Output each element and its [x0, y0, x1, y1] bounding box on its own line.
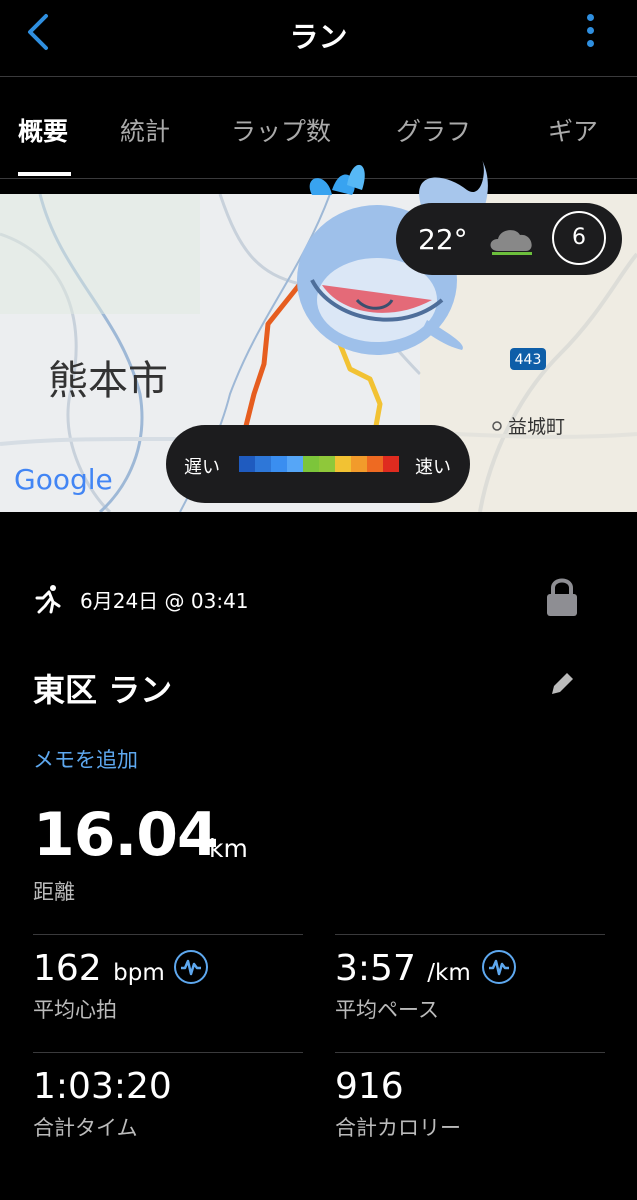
- avg-pace-unit: /km: [427, 960, 471, 986]
- wind-speed-value: 6: [572, 225, 586, 250]
- avg-heart-rate-value: 162 bpm: [33, 948, 165, 989]
- tab-gear[interactable]: ギア: [548, 112, 598, 148]
- avg-pace-number: 3:57: [335, 948, 416, 989]
- divider: [33, 1052, 303, 1053]
- activity-datetime: 6月24日 @ 03:41: [80, 589, 249, 613]
- tab-overview[interactable]: 概要: [18, 112, 68, 148]
- avg-heart-rate-number: 162: [33, 948, 102, 989]
- cloud-weather-icon: [490, 230, 532, 255]
- pace-legend: 遅い 速い: [166, 425, 470, 503]
- heart-rate-chart-icon[interactable]: [174, 950, 208, 984]
- legend-slow-label: 遅い: [184, 457, 220, 478]
- page-title: ラン: [289, 20, 348, 54]
- edit-pencil-icon[interactable]: [548, 670, 576, 698]
- running-person-icon: [35, 585, 61, 614]
- total-calories-value: 916: [335, 1066, 404, 1107]
- top-bar: ラン: [0, 0, 637, 77]
- divider: [335, 934, 605, 935]
- tab-laps[interactable]: ラップ数: [231, 112, 331, 148]
- divider: [33, 934, 303, 935]
- pace-color-scale: [239, 456, 399, 472]
- wind-compass-icon: 6: [552, 211, 606, 265]
- distance-unit: km: [209, 834, 248, 863]
- distance-value: 16.04: [33, 800, 219, 870]
- avg-heart-rate-label: 平均心拍: [33, 998, 117, 1022]
- google-logo: Google: [14, 463, 113, 496]
- avg-heart-rate-unit: bpm: [113, 960, 165, 986]
- total-time-value: 1:03:20: [33, 1066, 172, 1107]
- weather-temperature: 22°: [418, 223, 468, 256]
- distance-label: 距離: [33, 880, 75, 904]
- city-label: 熊本市: [48, 358, 168, 404]
- route-number-label: 443: [515, 352, 542, 368]
- add-memo-link[interactable]: メモを追加: [33, 744, 138, 774]
- tab-graph[interactable]: グラフ: [396, 112, 471, 148]
- legend-fast-label: 速い: [415, 457, 451, 478]
- active-tab-indicator: [18, 172, 71, 176]
- pace-chart-icon[interactable]: [482, 950, 516, 984]
- weather-pill[interactable]: 22° 6: [396, 203, 622, 275]
- total-calories-label: 合計カロリー: [335, 1116, 461, 1140]
- activity-name: 東区 ラン: [33, 671, 173, 709]
- lock-icon[interactable]: [545, 576, 579, 618]
- tab-stats[interactable]: 統計: [120, 112, 170, 148]
- divider: [335, 1052, 605, 1053]
- more-options-icon[interactable]: [583, 14, 597, 50]
- town-label: 益城町: [508, 416, 565, 438]
- total-time-label: 合計タイム: [33, 1116, 138, 1140]
- avg-pace-label: 平均ペース: [335, 998, 439, 1022]
- avg-pace-value: 3:57 /km: [335, 948, 471, 989]
